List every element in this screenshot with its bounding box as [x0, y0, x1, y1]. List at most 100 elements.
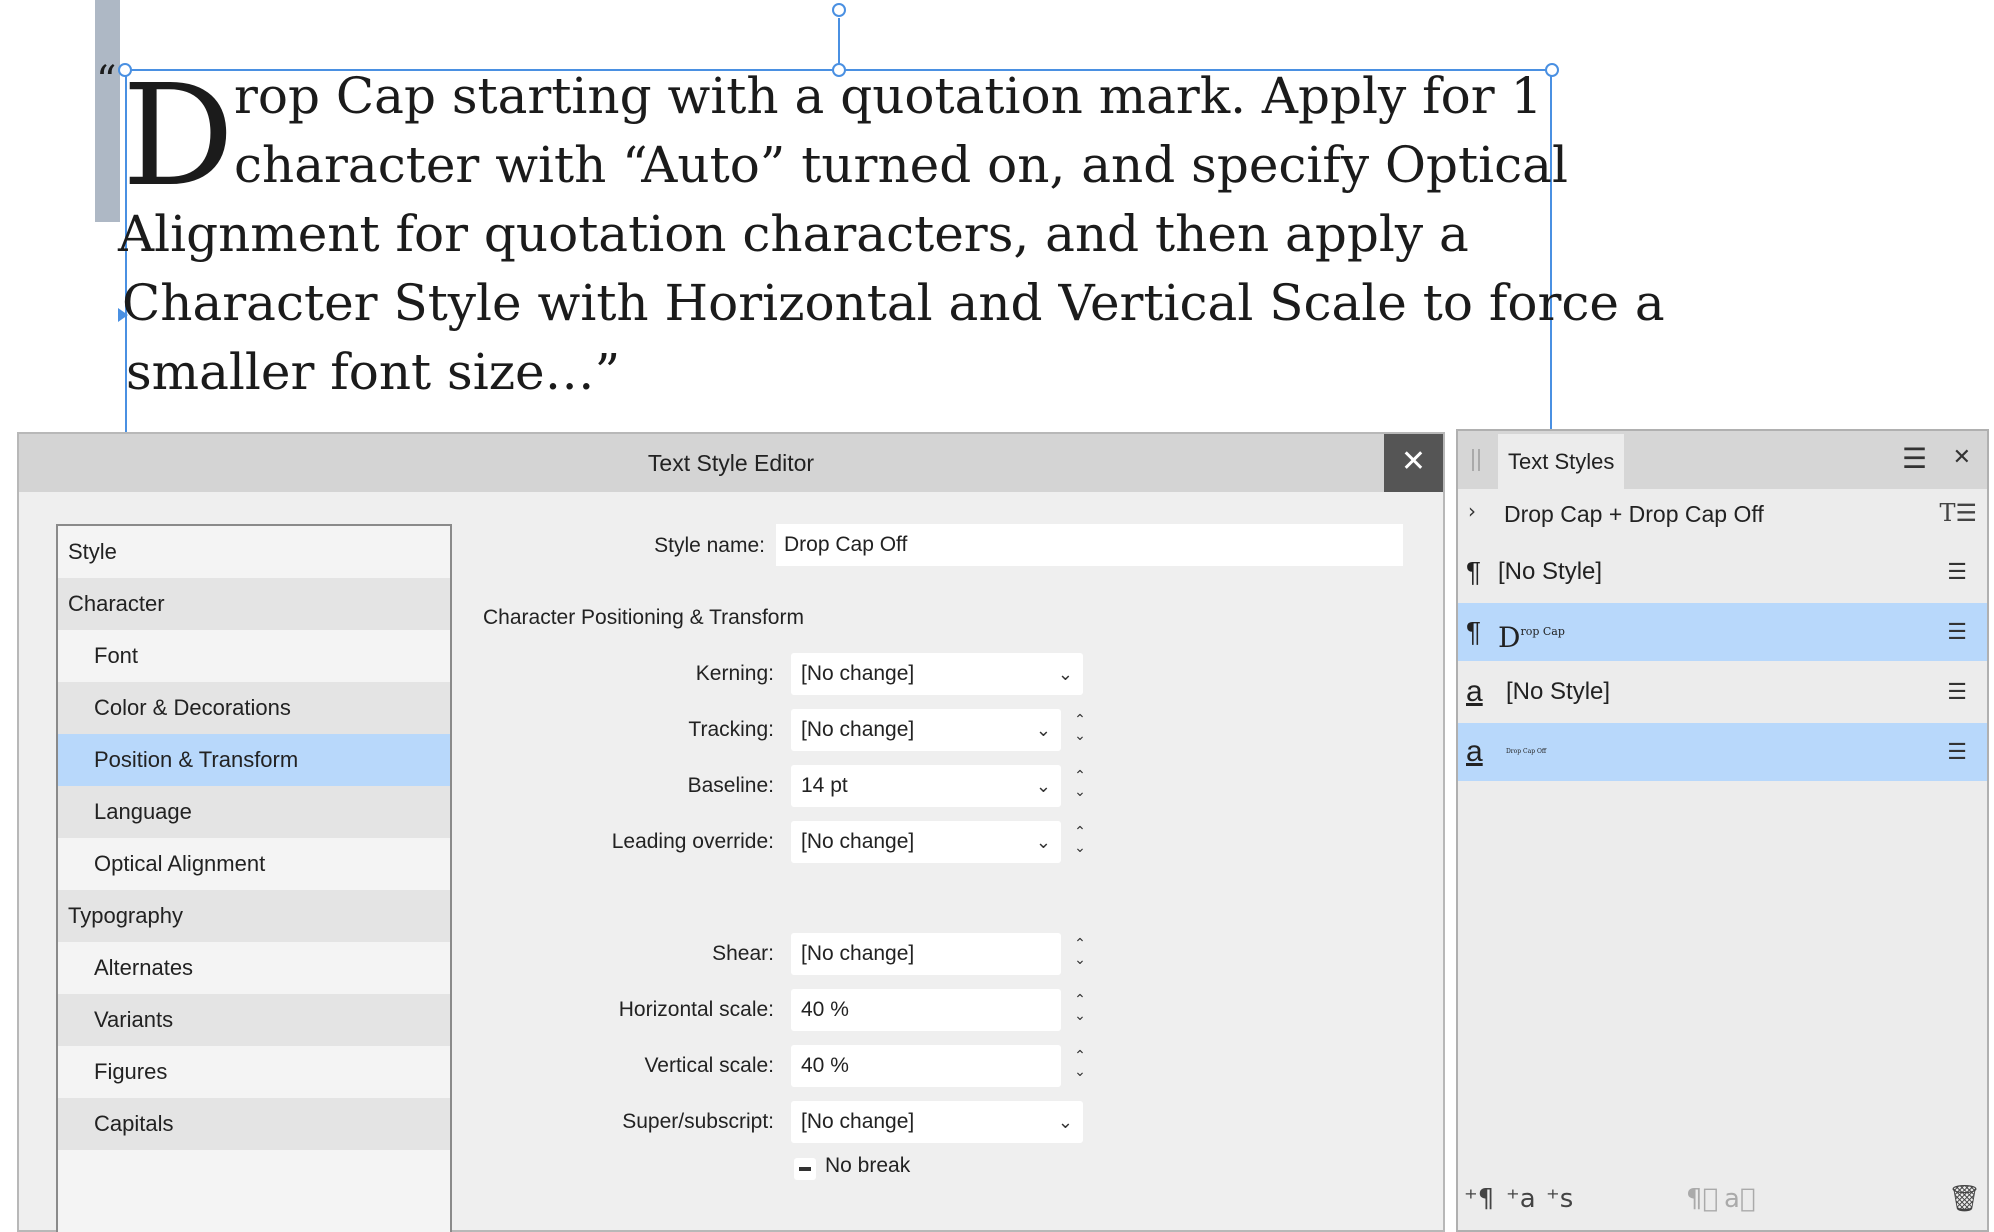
preview-drop-letter: D — [1498, 621, 1521, 654]
chevron-down-icon: ⌄ — [1035, 720, 1051, 740]
row-menu-icon[interactable]: ☰ — [1947, 663, 1967, 721]
nav-item-character[interactable]: Character — [58, 578, 450, 630]
tracking-stepper-icon[interactable]: ⌃ ⌄ — [1071, 712, 1089, 754]
paragraph-icon: ¶ — [1466, 556, 1482, 587]
story-line: Character Style with Horizontal and Vert… — [122, 274, 1665, 332]
nav-item-alternates[interactable]: Alternates — [58, 942, 450, 994]
shear-value: [No change] — [801, 942, 915, 965]
tracking-value: [No change] — [801, 718, 915, 741]
baseline-dropdown[interactable]: 14 pt ⌄ — [791, 765, 1061, 807]
style-preview: Drop Cap Off — [1506, 723, 1546, 791]
leading-override-value: [No change] — [801, 830, 915, 853]
drop-cap-letter: D — [122, 55, 235, 218]
character-style-icon: a — [1466, 735, 1483, 768]
kerning-dropdown[interactable]: [No change] ⌄ — [791, 653, 1083, 695]
panel-footer: ⁺¶ ⁺a ⁺s ¶⃞ a⃞ 🗑 — [1458, 1170, 1987, 1230]
frame-handle-top-right[interactable] — [1545, 63, 1559, 77]
nav-item-position-transform[interactable]: Position & Transform — [58, 734, 450, 786]
nav-item-optical-alignment[interactable]: Optical Alignment — [58, 838, 450, 890]
vertical-scale-input[interactable]: 40 % — [791, 1045, 1061, 1087]
vertical-scale-value: 40 % — [801, 1054, 849, 1077]
new-paragraph-style-button[interactable]: ⁺¶ — [1464, 1184, 1494, 1214]
style-name-input[interactable]: Drop Cap Off — [776, 524, 1403, 566]
style-item-no-character-style[interactable]: a [No Style] ☰ — [1458, 663, 1987, 721]
leading-override-label: Leading override: — [611, 830, 774, 853]
row-menu-icon[interactable]: ☰ — [1947, 603, 1967, 661]
applied-style-row[interactable]: › Drop Cap + Drop Cap Off T☰ — [1458, 489, 1987, 543]
horizontal-scale-label: Horizontal scale: — [618, 998, 774, 1021]
dialog-title: Text Style Editor — [19, 434, 1443, 492]
nav-item-capitals[interactable]: Capitals — [58, 1098, 450, 1150]
nav-item-color-decorations[interactable]: Color & Decorations — [58, 682, 450, 734]
shear-input[interactable]: [No change] — [791, 933, 1061, 975]
super-subscript-value: [No change] — [801, 1110, 915, 1133]
style-name-label: Style name: — [654, 534, 765, 557]
character-style-from-selection-icon[interactable]: a⃞ — [1724, 1184, 1756, 1214]
shear-label: Shear: — [712, 942, 774, 965]
baseline-label: Baseline: — [687, 774, 774, 797]
text-style-editor-dialog: Text Style Editor ✕ Style Character Font… — [17, 432, 1445, 1232]
story-line: Alignment for quotation characters, and … — [118, 205, 1469, 263]
text-selection-highlight — [95, 0, 120, 222]
new-group-style-button[interactable]: ⁺s — [1546, 1184, 1573, 1214]
nav-item-variants[interactable]: Variants — [58, 994, 450, 1046]
no-break-label: No break — [825, 1154, 911, 1177]
category-list: Style Character Font Color & Decorations… — [56, 524, 452, 1232]
row-menu-icon[interactable]: ☰ — [1947, 543, 1967, 601]
nav-item-language[interactable]: Language — [58, 786, 450, 838]
close-button[interactable]: ✕ — [1384, 434, 1443, 492]
horizontal-scale-input[interactable]: 40 % — [791, 989, 1061, 1031]
nav-item-style[interactable]: Style — [58, 526, 450, 578]
nav-item-font[interactable]: Font — [58, 630, 450, 682]
tracking-label: Tracking: — [688, 718, 774, 741]
row-menu-icon[interactable]: ☰ — [1947, 723, 1967, 781]
style-label: [No Style] — [1506, 678, 1611, 705]
baseline-stepper-icon[interactable]: ⌃ ⌄ — [1071, 768, 1089, 810]
style-item-drop-cap[interactable]: ¶ Drop Cap ☰ — [1458, 603, 1987, 661]
horizontal-scale-value: 40 % — [801, 998, 849, 1021]
nav-item-typography[interactable]: Typography — [58, 890, 450, 942]
tracking-dropdown[interactable]: [No change] ⌄ — [791, 709, 1061, 751]
chevron-down-icon: ⌄ — [1035, 832, 1051, 852]
shear-stepper-icon[interactable]: ⌃ ⌄ — [1071, 936, 1089, 978]
character-style-icon: a — [1466, 675, 1483, 708]
horizontal-scale-stepper-icon[interactable]: ⌃ ⌄ — [1071, 992, 1089, 1034]
leading-override-dropdown[interactable]: [No change] ⌄ — [791, 821, 1061, 863]
no-break-checkbox[interactable] — [794, 1158, 816, 1180]
preview-superscript: rop Cap — [1520, 625, 1565, 638]
chevron-down-icon: ⌄ — [1035, 776, 1051, 796]
story-line: character with “Auto” turned on, and spe… — [234, 136, 1568, 194]
hamburger-menu-icon[interactable]: ☰ — [1902, 445, 1927, 473]
chevron-down-icon: ⌄ — [1057, 1112, 1073, 1132]
baseline-value: 14 pt — [801, 774, 848, 797]
vertical-scale-label: Vertical scale: — [644, 1054, 774, 1077]
vertical-scale-stepper-icon[interactable]: ⌃ ⌄ — [1071, 1048, 1089, 1090]
style-item-drop-cap-off[interactable]: a Drop Cap Off ☰ — [1458, 723, 1987, 781]
rotation-handle[interactable] — [832, 3, 846, 17]
trash-icon[interactable]: 🗑 — [1948, 1184, 1981, 1214]
close-icon[interactable]: ✕ — [1953, 445, 1971, 470]
paragraph-style-from-selection-icon[interactable]: ¶⃞ — [1686, 1184, 1718, 1214]
super-subscript-label: Super/subscript: — [622, 1110, 774, 1133]
new-character-style-button[interactable]: ⁺a — [1506, 1184, 1536, 1214]
kerning-value: [No change] — [801, 662, 915, 685]
super-subscript-dropdown[interactable]: [No change] ⌄ — [791, 1101, 1083, 1143]
paragraph-icon: ¶ — [1466, 616, 1482, 647]
panel-header: Text Styles ☰ ✕ — [1458, 431, 1987, 489]
chevron-down-icon: ⌄ — [1057, 664, 1073, 684]
chevron-right-icon[interactable]: › — [1468, 499, 1476, 523]
drag-grip-icon[interactable] — [1472, 449, 1480, 471]
leading-stepper-icon[interactable]: ⌃ ⌄ — [1071, 824, 1089, 866]
kerning-label: Kerning: — [695, 662, 774, 685]
section-title: Character Positioning & Transform — [483, 606, 804, 629]
applied-style-name: Drop Cap + Drop Cap Off — [1504, 501, 1764, 527]
text-styles-panel: Text Styles ☰ ✕ › Drop Cap + Drop Cap Of… — [1456, 429, 1989, 1232]
nav-item-figures[interactable]: Figures — [58, 1046, 450, 1098]
hanging-quote: “ — [96, 58, 117, 104]
style-picker-icon[interactable]: T☰ — [1939, 499, 1977, 527]
panel-tab-text-styles[interactable]: Text Styles — [1498, 434, 1625, 489]
style-item-no-paragraph-style[interactable]: ¶ [No Style] ☰ — [1458, 543, 1987, 601]
style-preview: Drop Cap — [1498, 603, 1565, 669]
preview-tiny-text: Drop Cap Off — [1506, 748, 1547, 755]
story-line: rop Cap starting with a quotation mark. … — [234, 67, 1543, 125]
